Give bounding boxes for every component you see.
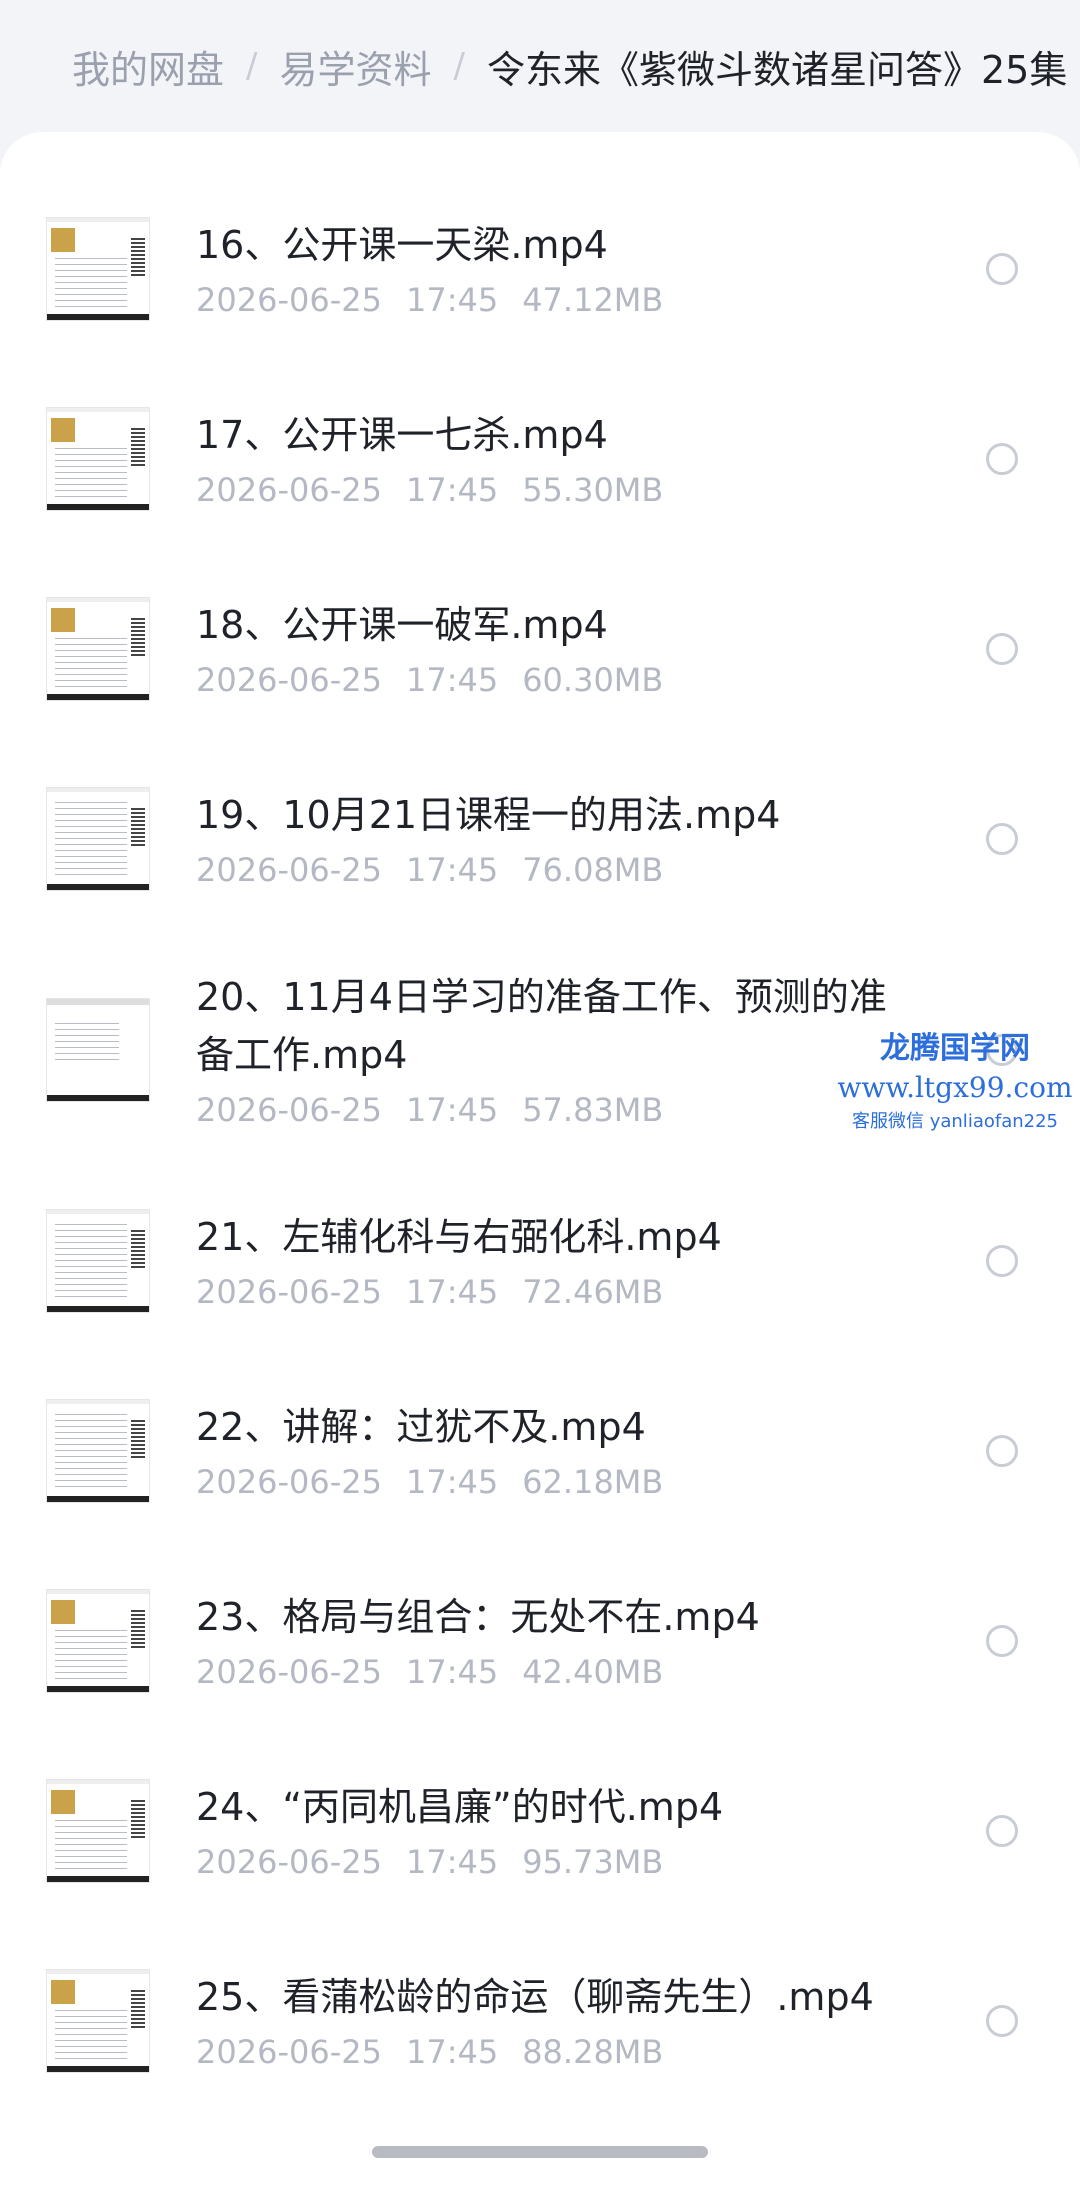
file-meta: 2026-06-25 17:45 47.12MB [196,278,916,322]
select-checkbox[interactable] [986,633,1018,665]
select-checkbox[interactable] [986,1815,1018,1847]
file-row[interactable]: 22、讲解：过犹不及.mp4 2026-06-25 17:45 62.18MB [0,1356,1080,1546]
file-row[interactable]: 19、10月21日课程一的用法.mp4 2026-06-25 17:45 76.08… [0,744,1080,934]
select-checkbox[interactable] [986,1245,1018,1277]
file-date: 2026-06-25 [196,1463,382,1501]
file-size: 42.40MB [522,1653,664,1691]
breadcrumb-item-folder[interactable]: 易学资料 [279,39,431,94]
video-thumbnail [46,1779,150,1883]
file-name: 21、左辅化科与右弼化科.mp4 [196,1215,722,1259]
file-meta: 2026-06-25 17:45 57.83MB [196,1088,916,1132]
file-size: 47.12MB [522,281,664,319]
select-checkbox[interactable] [986,1625,1018,1657]
file-meta: 2026-06-25 17:45 42.40MB [196,1650,916,1694]
file-date: 2026-06-25 [196,471,382,509]
video-thumbnail [46,1399,150,1503]
video-thumbnail [46,1209,150,1313]
file-row[interactable]: 23、格局与组合：无处不在.mp4 2026-06-25 17:45 42.40MB [0,1546,1080,1736]
file-row[interactable]: 25、看蒲松龄的命运（聊斋先生）.mp4 2026-06-25 17:45 88.2… [0,1926,1080,2116]
file-time: 17:45 [405,1463,499,1501]
video-thumbnail [46,407,150,511]
select-checkbox[interactable] [986,2005,1018,2037]
breadcrumb-item-my-disk[interactable]: 我的网盘 [72,39,224,94]
file-meta: 2026-06-25 17:45 60.30MB [196,658,916,702]
file-size: 57.83MB [522,1091,664,1129]
file-size: 88.28MB [522,2033,664,2071]
breadcrumb-separator: / [453,46,465,86]
video-thumbnail [46,1969,150,2073]
file-name: 20、11月4日学习的准备工作、预测的准备工作.mp4 [196,975,887,1077]
file-meta: 2026-06-25 17:45 95.73MB [196,1840,916,1884]
video-thumbnail [46,1589,150,1693]
file-time: 17:45 [405,1091,499,1129]
file-meta: 2026-06-25 17:45 88.28MB [196,2030,916,2074]
file-date: 2026-06-25 [196,281,382,319]
file-date: 2026-06-25 [196,1843,382,1881]
select-checkbox[interactable] [986,1435,1018,1467]
file-row[interactable]: 17、公开课一七杀.mp4 2026-06-25 17:45 55.30MB [0,364,1080,554]
breadcrumb-item-current: 令东来《紫微斗数诸星问答》25集 [486,47,1068,92]
file-list-panel: 16、公开课一天梁.mp4 2026-06-25 17:45 47.12MB 17、… [0,132,1080,2188]
file-time: 17:45 [405,2033,499,2071]
file-name: 17、公开课一七杀.mp4 [196,413,608,457]
file-name: 24、“丙同机昌廉”的时代.mp4 [196,1785,724,1829]
video-thumbnail [46,217,150,321]
file-row[interactable]: 16、公开课一天梁.mp4 2026-06-25 17:45 47.12MB [0,174,1080,364]
file-time: 17:45 [405,471,499,509]
file-row[interactable]: 21、左辅化科与右弼化科.mp4 2026-06-25 17:45 72.46MB [0,1166,1080,1356]
file-time: 17:45 [405,281,499,319]
file-meta: 2026-06-25 17:45 62.18MB [196,1460,916,1504]
file-date: 2026-06-25 [196,2033,382,2071]
select-checkbox[interactable] [986,1034,1018,1066]
file-size: 62.18MB [522,1463,664,1501]
file-meta: 2026-06-25 17:45 55.30MB [196,468,916,512]
file-time: 17:45 [405,661,499,699]
file-meta: 2026-06-25 17:45 72.46MB [196,1270,916,1314]
file-name: 25、看蒲松龄的命运（聊斋先生）.mp4 [196,1975,874,2019]
file-size: 72.46MB [522,1273,664,1311]
file-row[interactable]: 18、公开课一破军.mp4 2026-06-25 17:45 60.30MB [0,554,1080,744]
select-checkbox[interactable] [986,823,1018,855]
file-date: 2026-06-25 [196,1091,382,1129]
file-size: 60.30MB [522,661,664,699]
video-thumbnail [46,998,150,1102]
breadcrumb-separator: / [246,46,258,86]
file-time: 17:45 [405,1843,499,1881]
file-name: 22、讲解：过犹不及.mp4 [196,1405,646,1449]
file-time: 17:45 [405,1273,499,1311]
file-time: 17:45 [405,1653,499,1691]
file-name: 23、格局与组合：无处不在.mp4 [196,1595,760,1639]
file-name: 18、公开课一破军.mp4 [196,603,608,647]
home-indicator[interactable] [372,2146,708,2158]
breadcrumb: 我的网盘 / 易学资料 / 令东来《紫微斗数诸星问答》25集 [0,0,1080,132]
file-size: 55.30MB [522,471,664,509]
file-list: 16、公开课一天梁.mp4 2026-06-25 17:45 47.12MB 17、… [0,174,1080,2116]
file-size: 76.08MB [522,851,664,889]
file-date: 2026-06-25 [196,661,382,699]
file-size: 95.73MB [522,1843,664,1881]
select-checkbox[interactable] [986,443,1018,475]
file-date: 2026-06-25 [196,1653,382,1691]
video-thumbnail [46,787,150,891]
select-checkbox[interactable] [986,253,1018,285]
file-row[interactable]: 20、11月4日学习的准备工作、预测的准备工作.mp4 2026-06-25 17… [0,934,1080,1166]
file-name: 19、10月21日课程一的用法.mp4 [196,793,781,837]
file-name: 16、公开课一天梁.mp4 [196,223,608,267]
file-date: 2026-06-25 [196,1273,382,1311]
video-thumbnail [46,597,150,701]
file-meta: 2026-06-25 17:45 76.08MB [196,848,916,892]
file-time: 17:45 [405,851,499,889]
file-date: 2026-06-25 [196,851,382,889]
file-row[interactable]: 24、“丙同机昌廉”的时代.mp4 2026-06-25 17:45 95.73MB [0,1736,1080,1926]
